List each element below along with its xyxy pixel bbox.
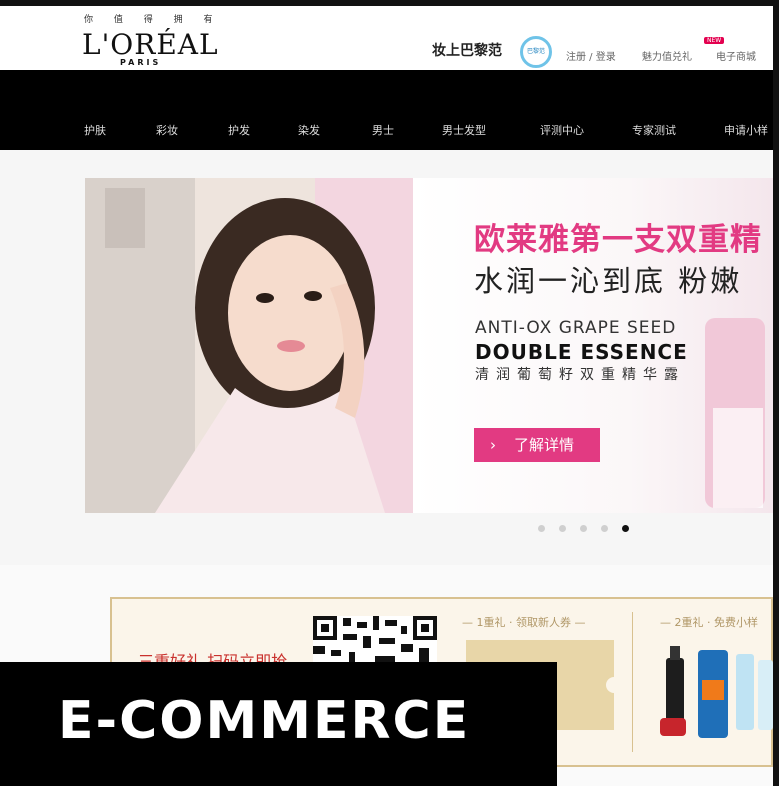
main-nav: 护肤 彩妆 护发 染发 男士 男士发型 评测中心 专家测试 申请小样 <box>0 70 773 150</box>
site-header: 你 值 得 拥 有 L'ORÉAL PARIS 妆上巴黎范 巴黎范 注册 / 登… <box>0 6 773 70</box>
category-label: E-COMMERCE <box>58 691 471 751</box>
frame-right-border <box>773 0 779 786</box>
carousel-dot-4[interactable] <box>601 525 608 532</box>
promo-step-2: — 2重礼 · 免费小样 <box>660 616 758 629</box>
hero-subheadline: 水润一沁到底 粉嫩 <box>474 264 743 298</box>
nav-item-haircare[interactable]: 护发 <box>228 122 250 138</box>
promo-divider <box>632 612 633 752</box>
carousel-dot-2[interactable] <box>559 525 566 532</box>
carousel-dot-3[interactable] <box>580 525 587 532</box>
model-photo[interactable] <box>85 178 413 513</box>
gift-link[interactable]: 魅力值兑礼 <box>642 48 692 63</box>
nav-item-haircolor[interactable]: 染发 <box>298 122 320 138</box>
ecommerce-link[interactable]: 电子商城 <box>716 48 756 63</box>
nav-item-men[interactable]: 男士 <box>372 122 394 138</box>
loreal-logo[interactable]: L'ORÉAL <box>82 28 219 61</box>
nav-item-skincare[interactable]: 护肤 <box>84 122 106 138</box>
logo-paris: PARIS <box>120 58 162 67</box>
nav-item-samples[interactable]: 申请小样 <box>724 122 768 138</box>
chevron-right-icon: › <box>490 436 496 454</box>
carousel-dot-1[interactable] <box>538 525 545 532</box>
nav-item-expert-test[interactable]: 专家测试 <box>632 122 676 138</box>
brand-slogan: 你 值 得 拥 有 <box>84 15 222 25</box>
brand-tagline: 妆上巴黎范 <box>432 43 502 59</box>
product-name: DOUBLE ESSENCE <box>475 340 688 364</box>
promo-step-1: — 1重礼 · 领取新人券 — <box>462 616 586 629</box>
brand-badge-icon[interactable]: 巴黎范 <box>520 36 552 68</box>
carousel-dot-5[interactable] <box>622 525 629 532</box>
nav-item-reviews[interactable]: 评测中心 <box>540 122 584 138</box>
nav-item-makeup[interactable]: 彩妆 <box>156 122 178 138</box>
product-line: ANTI-OX GRAPE SEED <box>475 318 677 338</box>
product-name-cn: 清润葡萄籽双重精华露 <box>475 367 685 383</box>
frame-top-border <box>0 0 779 6</box>
new-badge: NEW <box>704 37 725 44</box>
hero-headline: 欧莱雅第一支双重精 <box>474 222 762 258</box>
browser-screenshot: 你 值 得 拥 有 L'ORÉAL PARIS 妆上巴黎范 巴黎范 注册 / 登… <box>0 0 779 786</box>
learn-more-button[interactable]: › 了解详情 <box>474 428 600 462</box>
learn-more-label: 了解详情 <box>514 436 575 454</box>
nav-item-men-hair[interactable]: 男士发型 <box>442 122 486 138</box>
product-bottles-image[interactable] <box>660 640 773 750</box>
register-login-link[interactable]: 注册 / 登录 <box>566 48 616 63</box>
